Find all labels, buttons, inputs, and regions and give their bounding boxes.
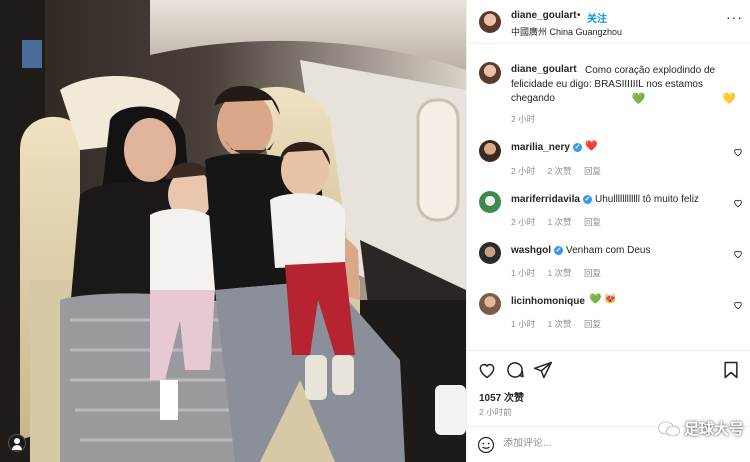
- like-comment-heart-icon[interactable]: [733, 198, 743, 208]
- like-comment-heart-icon[interactable]: [733, 147, 743, 157]
- more-dots-icon[interactable]: ···: [726, 9, 743, 25]
- yellow-heart-emoji: 💛: [722, 93, 736, 105]
- comment-time: 2 小时: [511, 217, 536, 227]
- comment-meta: 1 小时 1 次赞 回复: [511, 267, 611, 279]
- avatar[interactable]: [479, 140, 501, 162]
- reply-button[interactable]: 回复: [584, 268, 601, 278]
- comment-username[interactable]: marilia_nery ✓: [511, 142, 582, 153]
- caption-time: 2 小时: [511, 114, 536, 124]
- comment-text: 💚 😻: [589, 294, 617, 305]
- avatar[interactable]: [479, 11, 501, 33]
- watermark-text: 足球大号: [683, 421, 744, 438]
- avatar[interactable]: [479, 191, 501, 213]
- comment-meta: 2 小时 1 次赞 回复: [511, 216, 611, 228]
- reply-button[interactable]: 回复: [584, 217, 601, 227]
- comment-input[interactable]: [503, 438, 623, 449]
- header-separator: •: [577, 10, 581, 21]
- wechat-logo-icon: [658, 421, 680, 437]
- verified-badge-icon: ✓: [554, 246, 564, 255]
- emoji-smile-icon[interactable]: [477, 436, 495, 454]
- comment-time: 2 小时: [511, 166, 536, 176]
- green-heart-emoji: 💚: [631, 93, 646, 105]
- verified-badge-icon: ✓: [572, 143, 582, 152]
- post-photo[interactable]: [0, 0, 466, 462]
- comment-meta: 1 小时 1 次赞 回复: [511, 318, 611, 330]
- location-link[interactable]: 中國廣州 China Guangzhou: [511, 25, 622, 38]
- comment-text: ❤️: [585, 141, 598, 152]
- like-count[interactable]: 1057 次赞: [479, 389, 524, 404]
- verified-badge-icon: ✓: [582, 195, 592, 204]
- post-header: diane_goulart • 关注 中國廣州 China Guangzhou …: [467, 0, 750, 44]
- comment-username[interactable]: mariferridavila ✓: [511, 194, 592, 205]
- reply-button[interactable]: 回复: [584, 166, 601, 176]
- avatar[interactable]: [479, 242, 501, 264]
- share-icon[interactable]: [533, 360, 553, 380]
- comment-time: 1 小时: [511, 268, 536, 278]
- photo-image: [0, 0, 466, 462]
- caption-text: Como coração explodindo de felicidade eu…: [511, 64, 737, 106]
- comment-meta: 2 小时 2 次赞 回复: [511, 165, 611, 177]
- follow-button[interactable]: 关注: [587, 10, 607, 25]
- comment-icon[interactable]: [505, 360, 525, 380]
- comment-username[interactable]: washgol ✓: [511, 245, 564, 256]
- comment-likes[interactable]: 1 次赞: [547, 268, 571, 278]
- comment-text: Uhullllllllllll tô muito feliz: [595, 194, 699, 205]
- post-timestamp: 2 小时前: [479, 407, 512, 417]
- like-comment-heart-icon[interactable]: [733, 300, 743, 310]
- comments-list[interactable]: diane_goulart Como coração explodindo de…: [467, 48, 750, 344]
- account-icon[interactable]: [8, 434, 26, 452]
- avatar[interactable]: [479, 293, 501, 315]
- comment-likes[interactable]: 1 次赞: [547, 217, 571, 227]
- comment-time: 1 小时: [511, 319, 536, 329]
- watermark: 足球大号: [658, 418, 744, 439]
- action-bar: [467, 350, 750, 384]
- reply-button[interactable]: 回复: [584, 319, 601, 329]
- comment-likes[interactable]: 1 次赞: [547, 319, 571, 329]
- heart-icon[interactable]: [477, 360, 497, 380]
- comment-text: Venham com Deus: [566, 245, 651, 256]
- comment-likes[interactable]: 2 次赞: [547, 166, 571, 176]
- header-username[interactable]: diane_goulart: [511, 10, 577, 21]
- avatar[interactable]: [479, 62, 501, 84]
- post-sidebar: diane_goulart • 关注 中國廣州 China Guangzhou …: [466, 0, 750, 462]
- comment-username[interactable]: licinhomonique: [511, 296, 585, 307]
- like-comment-heart-icon[interactable]: [733, 249, 743, 259]
- bookmark-icon[interactable]: [721, 360, 741, 380]
